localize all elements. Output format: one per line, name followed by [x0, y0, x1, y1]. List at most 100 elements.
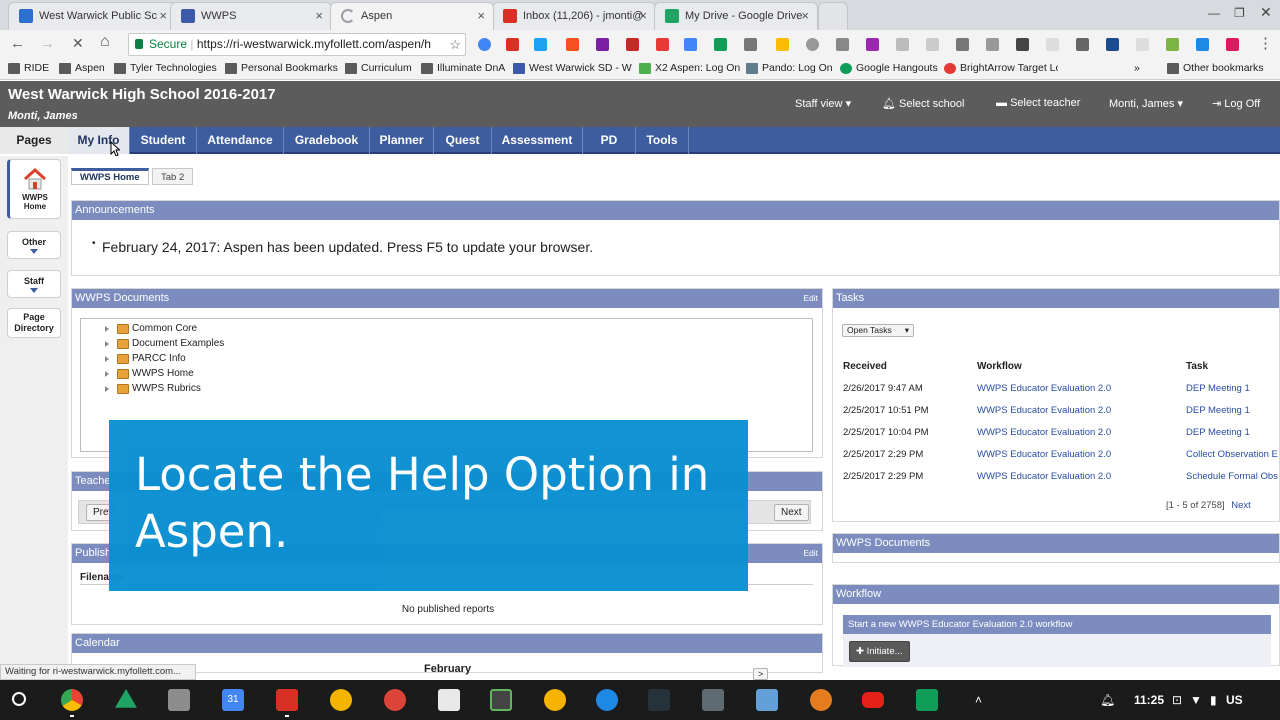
sidebar-item-other[interactable]: Other — [7, 231, 61, 259]
tab-assessment[interactable]: Assessment — [492, 127, 583, 154]
tree-folder[interactable]: Common Core — [105, 323, 197, 334]
tab-attendance[interactable]: Attendance — [197, 127, 284, 154]
next-page-link[interactable]: Next — [1231, 500, 1251, 511]
stop-icon[interactable]: ✕ — [72, 35, 84, 52]
column-received[interactable]: Received — [843, 361, 887, 372]
slides-icon[interactable] — [330, 689, 352, 711]
battery-icon[interactable]: ▮ — [1210, 693, 1217, 707]
staff-view-menu[interactable]: Staff view ▾ — [795, 97, 851, 110]
app-icon[interactable] — [756, 689, 778, 711]
extension-icon[interactable] — [1016, 38, 1029, 51]
extension-icon[interactable] — [626, 38, 639, 51]
browser-tab-4[interactable]: Inbox (11,206) - jmonti@ × — [492, 2, 656, 30]
log-off-link[interactable]: ⇥ Log Off — [1212, 97, 1260, 110]
files-icon[interactable] — [168, 689, 190, 711]
window-close-icon[interactable]: ✕ — [1260, 4, 1272, 21]
browser-tab-5[interactable]: My Drive - Google Drive × — [654, 2, 818, 30]
bookmark-item[interactable]: X2 Aspen: Log On — [639, 62, 740, 74]
extension-icon[interactable] — [1136, 38, 1149, 51]
column-workflow[interactable]: Workflow — [977, 361, 1022, 372]
chevron-up-icon[interactable]: ˄ — [975, 693, 982, 707]
bookmark-item[interactable]: Illuminate DnA — [421, 62, 505, 74]
tab-planner[interactable]: Planner — [370, 127, 434, 154]
bookmark-item[interactable]: West Warwick SD - W — [513, 62, 632, 74]
calendar-icon[interactable]: 31 — [222, 689, 244, 711]
translate-icon[interactable] — [684, 38, 697, 51]
keep-icon[interactable] — [776, 38, 789, 51]
tab-2[interactable]: Tab 2 — [152, 168, 194, 185]
extension-icon[interactable] — [986, 38, 999, 51]
sidebar-item-wwps-home[interactable]: WWPS Home — [7, 159, 61, 219]
folder-app-icon[interactable] — [596, 689, 618, 711]
cast-icon[interactable] — [744, 38, 757, 51]
extension-icon[interactable] — [1076, 38, 1089, 51]
select-teacher-link[interactable]: ▬ Select teacher — [996, 97, 1080, 109]
tab-student[interactable]: Student — [130, 127, 197, 154]
user-menu[interactable]: Monti, James ▾ — [1109, 97, 1183, 110]
bookmark-item[interactable]: Google Hangouts — [840, 62, 938, 74]
edit-link[interactable]: Edit — [803, 289, 818, 308]
extension-icon[interactable] — [1166, 38, 1179, 51]
bookmark-item[interactable]: BrightArrow Target Lo — [944, 62, 1058, 74]
close-icon[interactable]: × — [477, 3, 485, 29]
bookmark-item[interactable]: Personal Bookmarks — [225, 62, 338, 74]
extension-icon[interactable] — [506, 38, 519, 51]
screen-icon[interactable]: ⊡ — [1172, 693, 1182, 707]
mic-icon[interactable] — [478, 38, 491, 51]
classroom-icon[interactable] — [714, 38, 727, 51]
classroom-icon[interactable] — [648, 689, 670, 711]
star-icon[interactable]: ☆ — [449, 34, 461, 55]
table-row[interactable]: 2/25/2017 2:29 PM WWPS Educator Evaluati… — [833, 467, 1280, 489]
gmail-icon[interactable] — [276, 689, 298, 711]
close-icon[interactable]: × — [159, 3, 167, 29]
tab-wwps-home[interactable]: WWPS Home — [71, 168, 149, 185]
new-tab-button[interactable] — [818, 2, 848, 30]
table-row[interactable]: 2/26/2017 9:47 AM WWPS Educator Evaluati… — [833, 379, 1280, 401]
browser-tab-3[interactable]: Aspen × — [330, 2, 494, 30]
home-icon[interactable]: ⌂ — [100, 33, 110, 51]
column-task[interactable]: Task — [1186, 361, 1208, 372]
classroom-icon[interactable] — [916, 689, 938, 711]
docs-icon[interactable] — [438, 689, 460, 711]
clock[interactable]: 11:25 — [1134, 693, 1164, 707]
tree-folder[interactable]: WWPS Rubrics — [105, 383, 201, 394]
expand-icon[interactable] — [105, 386, 109, 392]
twitter-icon[interactable] — [534, 38, 547, 51]
bookmark-item[interactable]: Aspen — [59, 62, 105, 74]
expand-icon[interactable] — [105, 326, 109, 332]
app-icon[interactable] — [702, 689, 724, 711]
notification-icon[interactable]: 🔔︎ — [1100, 693, 1115, 707]
table-row[interactable]: 2/25/2017 10:04 PM WWPS Educator Evaluat… — [833, 423, 1280, 445]
extension-icon[interactable] — [956, 38, 969, 51]
extension-icon[interactable] — [1046, 38, 1059, 51]
expand-icon[interactable] — [105, 371, 109, 377]
minimize-icon[interactable]: — — [1208, 6, 1220, 20]
keyboard-locale[interactable]: US — [1226, 693, 1243, 707]
drive-icon[interactable] — [115, 689, 137, 708]
tab-tools[interactable]: Tools — [636, 127, 689, 154]
tab-gradebook[interactable]: Gradebook — [284, 127, 370, 154]
extension-icon[interactable] — [866, 38, 879, 51]
expand-icon[interactable] — [105, 341, 109, 347]
extension-icon[interactable] — [896, 38, 909, 51]
extension-icon[interactable] — [806, 38, 819, 51]
chrome-icon[interactable] — [61, 689, 83, 711]
next-button[interactable]: Next — [774, 504, 809, 521]
bookmark-item[interactable]: Curriculum — [345, 62, 412, 74]
wifi-icon[interactable]: ▼ — [1190, 693, 1202, 707]
bookmark-item[interactable]: Pando: Log On — [746, 62, 833, 74]
close-icon[interactable]: × — [639, 3, 647, 29]
extension-icon[interactable] — [1226, 38, 1239, 51]
extension-icon[interactable] — [836, 38, 849, 51]
app-icon[interactable] — [810, 689, 832, 711]
expand-icon[interactable] — [105, 356, 109, 362]
extension-icon[interactable] — [926, 38, 939, 51]
evernote-icon[interactable] — [490, 689, 512, 711]
table-row[interactable]: 2/25/2017 2:29 PM WWPS Educator Evaluati… — [833, 445, 1280, 467]
sidebar-item-staff[interactable]: Staff — [7, 270, 61, 298]
forward-icon[interactable]: → — [40, 35, 55, 52]
extension-icon[interactable] — [566, 38, 579, 51]
youtube-icon[interactable] — [862, 692, 884, 708]
tab-pd[interactable]: PD — [583, 127, 636, 154]
tree-folder[interactable]: PARCC Info — [105, 353, 186, 364]
